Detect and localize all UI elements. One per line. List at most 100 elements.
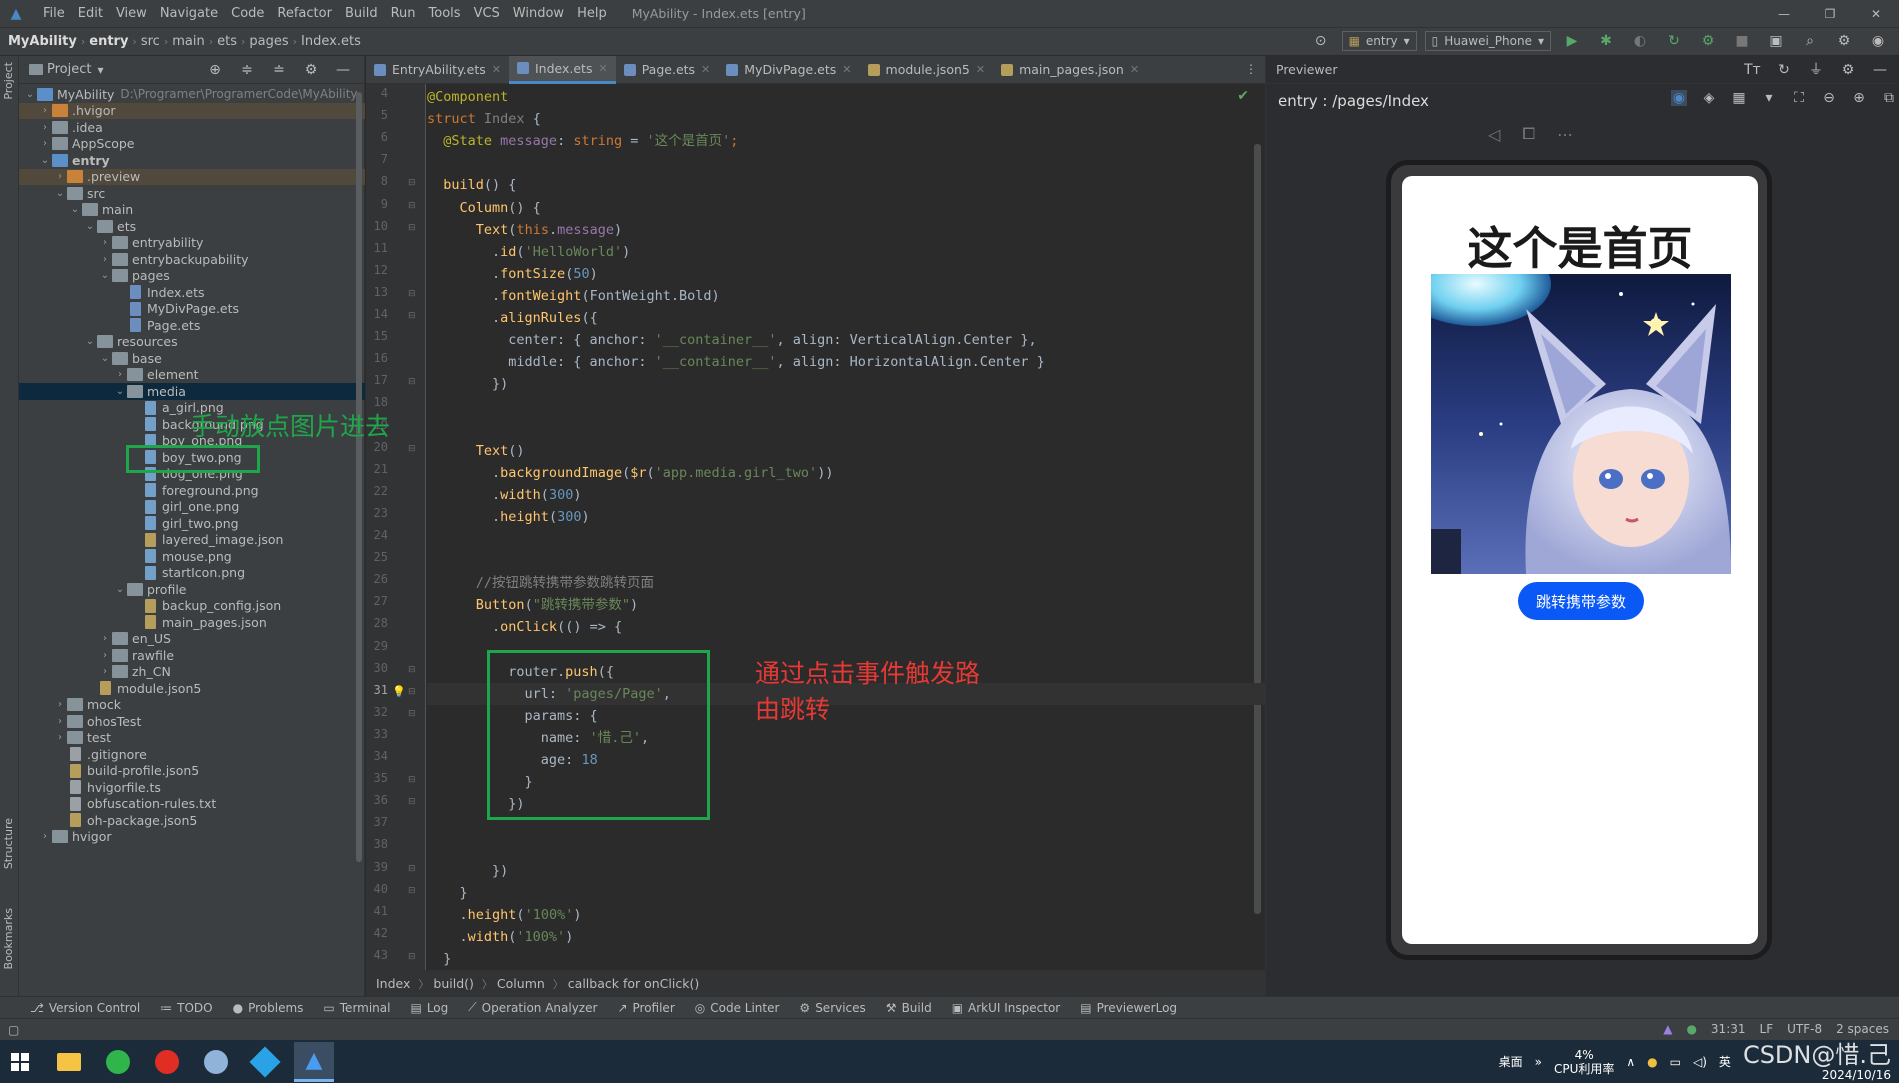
tree-item[interactable]: ⌄ pages: [19, 268, 365, 285]
menu-item-navigate[interactable]: Navigate: [160, 6, 218, 21]
chevron-right-icon[interactable]: ›: [53, 716, 67, 727]
tool-window-version-control[interactable]: ⎇ Version Control: [30, 1001, 140, 1015]
netease-music-icon[interactable]: [147, 1042, 187, 1082]
tree-item[interactable]: › entryability: [19, 235, 365, 252]
tab-main-pages-json[interactable]: main_pages.json ✕: [993, 56, 1147, 84]
tree-item[interactable]: mouse.png: [19, 548, 365, 565]
chevron-down-icon[interactable]: ⌄: [98, 353, 112, 364]
tree-item[interactable]: .gitignore: [19, 746, 365, 763]
more-icon[interactable]: ⋯: [1557, 125, 1573, 144]
tool-window-todo[interactable]: ≔ TODO: [160, 1001, 212, 1015]
tree-item[interactable]: › entrybackupability: [19, 251, 365, 268]
code-editor[interactable]: ✔ @Component struct Index { @State messag…: [427, 84, 1265, 970]
chevron-right-icon[interactable]: ›: [53, 699, 67, 710]
tree-item[interactable]: › .preview: [19, 168, 365, 185]
tool-window-terminal[interactable]: ▭ Terminal: [323, 1001, 390, 1015]
target-icon[interactable]: ⊙: [1313, 33, 1329, 49]
close-tab-icon[interactable]: ✕: [842, 63, 851, 76]
stop-icon[interactable]: ■: [1734, 33, 1750, 49]
breadcrumb-item[interactable]: pages: [249, 34, 288, 49]
menu-item-file[interactable]: File: [43, 6, 65, 21]
chevron-right-icon[interactable]: ›: [113, 369, 127, 380]
fold-marker-icon[interactable]: ⊟: [408, 311, 416, 321]
fold-marker-icon[interactable]: ⊟: [408, 687, 416, 697]
fold-marker-icon[interactable]: ⊟: [408, 223, 416, 233]
gear-icon[interactable]: ⚙: [1836, 33, 1852, 49]
fold-marker-icon[interactable]: ⊟: [408, 886, 416, 896]
tool-window-previewerlog[interactable]: ▤ PreviewerLog: [1080, 1001, 1177, 1015]
tree-item[interactable]: ⌄ main: [19, 202, 365, 219]
project-side-tab[interactable]: Project: [2, 62, 15, 100]
close-tab-icon[interactable]: ✕: [701, 63, 710, 76]
chevron-right-icon[interactable]: ›: [38, 122, 52, 133]
chevron-right-icon[interactable]: ›: [98, 650, 112, 661]
fold-marker-icon[interactable]: ⊟: [408, 201, 416, 211]
tab-mydivpage-ets[interactable]: MyDivPage.ets ✕: [718, 56, 859, 84]
tree-item[interactable]: backup_config.json: [19, 598, 365, 615]
zoom-out-icon[interactable]: ⊖: [1821, 90, 1837, 106]
tab-page-ets[interactable]: Page.ets ✕: [616, 56, 719, 84]
menu-item-vcs[interactable]: VCS: [474, 6, 500, 21]
zoom-in-icon[interactable]: ⊕: [1851, 90, 1867, 106]
layout-icon[interactable]: ▢: [8, 1023, 19, 1037]
fold-marker-icon[interactable]: ⊟: [408, 444, 416, 454]
tool-window-code-linter[interactable]: ◎ Code Linter: [695, 1001, 780, 1015]
breadcrumb-item[interactable]: ets: [217, 34, 237, 49]
chevron-down-icon[interactable]: ⌄: [23, 89, 37, 100]
gear-icon[interactable]: ⚙: [303, 62, 319, 78]
tree-item[interactable]: obfuscation-rules.txt: [19, 796, 365, 813]
tab-index-ets[interactable]: Index.ets ✕: [508, 55, 616, 84]
tree-item[interactable]: ⌄ media: [19, 383, 365, 400]
tab-entryability-ets[interactable]: EntryAbility.ets ✕: [366, 56, 509, 84]
menu-item-window[interactable]: Window: [513, 6, 564, 21]
search-icon[interactable]: ⌕: [1802, 33, 1818, 49]
close-tab-icon[interactable]: ✕: [492, 63, 501, 76]
chevron-right-icon[interactable]: ›: [53, 732, 67, 743]
fold-marker-icon[interactable]: ⊟: [408, 377, 416, 387]
locate-icon[interactable]: ⊕: [207, 62, 223, 78]
gear-icon[interactable]: ⚙: [1840, 62, 1856, 78]
device-select[interactable]: ▯ Huawei_Phone ▾: [1424, 31, 1551, 51]
cursor-position[interactable]: 31:31: [1711, 1022, 1746, 1036]
close-button[interactable]: ✕: [1853, 7, 1899, 21]
tool-window-operation-analyzer[interactable]: ⟋ Operation Analyzer: [468, 1000, 597, 1015]
tree-item[interactable]: › mock: [19, 697, 365, 714]
menu-item-tools[interactable]: Tools: [429, 6, 461, 21]
browser-green-icon[interactable]: [98, 1042, 138, 1082]
tree-item[interactable]: › AppScope: [19, 136, 365, 153]
tool-window-profiler[interactable]: ↗ Profiler: [617, 1001, 674, 1015]
tree-item[interactable]: startIcon.png: [19, 565, 365, 582]
tree-item[interactable]: oh-package.json5: [19, 812, 365, 829]
close-tab-icon[interactable]: ✕: [976, 63, 985, 76]
tree-item[interactable]: ⌄ ets: [19, 218, 365, 235]
chevron-down-icon[interactable]: ⌄: [38, 155, 52, 166]
menu-item-edit[interactable]: Edit: [78, 6, 103, 21]
tree-item[interactable]: build-profile.json5: [19, 763, 365, 780]
more-tabs-icon[interactable]: ⋮: [1245, 62, 1257, 76]
tree-item[interactable]: ⌄ entry: [19, 152, 365, 169]
menu-item-run[interactable]: Run: [391, 6, 416, 21]
tree-item[interactable]: foreground.png: [19, 482, 365, 499]
breadcrumb-item[interactable]: src: [141, 34, 160, 49]
tree-item[interactable]: ⌄ MyAbility D:\Programer\ProgramerCode\MyA…: [19, 86, 365, 103]
menu-item-help[interactable]: Help: [577, 6, 607, 21]
tree-item[interactable]: ⌄ resources: [19, 334, 365, 351]
chevron-down-icon[interactable]: ⌄: [83, 336, 97, 347]
attach-debugger-icon[interactable]: ⚙: [1700, 33, 1716, 49]
navigate-with-params-button[interactable]: 跳转携带参数: [1518, 582, 1644, 620]
tree-item[interactable]: › rawfile: [19, 647, 365, 664]
tree-item[interactable]: › hvigor: [19, 829, 365, 846]
collapse-all-icon[interactable]: ≐: [271, 62, 287, 78]
desktop-toolbar[interactable]: 桌面: [1499, 1053, 1523, 1070]
code-breadcrumb-item[interactable]: callback for onClick(): [568, 976, 699, 991]
font-size-icon[interactable]: Tт: [1744, 62, 1761, 78]
chevron-down-icon[interactable]: ▾: [97, 63, 103, 77]
tree-item[interactable]: main_pages.json: [19, 614, 365, 631]
lightbulb-icon[interactable]: 💡: [392, 685, 406, 698]
chevron-down-icon[interactable]: ⌄: [113, 386, 127, 397]
tree-scrollbar[interactable]: [356, 92, 362, 862]
breadcrumb-item[interactable]: MyAbility: [8, 34, 77, 49]
code-breadcrumb-item[interactable]: Column: [497, 976, 545, 991]
menu-item-build[interactable]: Build: [345, 6, 378, 21]
breadcrumb-item[interactable]: Index.ets: [301, 34, 361, 49]
